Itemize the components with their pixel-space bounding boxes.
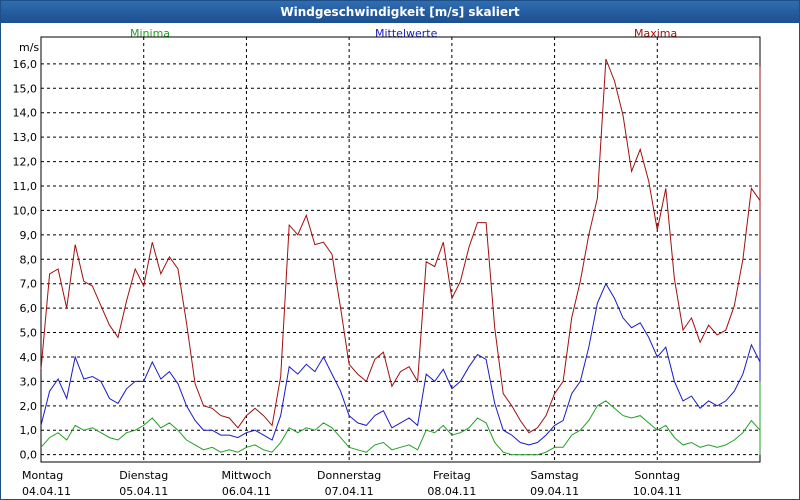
wind-speed-chart: m/s 0,0 1,0 2,0 3,0 4,0 5,0 6,0 7,0 8,0 9,0 10,0 11… [13,36,761,498]
series-line-minima [40,381,761,456]
x-tick-day: Dienstag [119,469,168,482]
x-tick-date: 09.04.11 [530,485,579,498]
series-layer [40,58,761,456]
y-axis-unit-label: m/s [19,41,39,54]
series-line-mittelwerte [40,273,761,446]
y-tick-label: 7,0 [20,278,38,291]
x-tick-date: 04.04.11 [22,485,71,498]
chart-window: Windgeschwindigkeit [m/s] skaliert Minim… [0,0,800,500]
y-tick-label: 3,0 [20,375,38,388]
y-tick-label: 12,0 [13,156,38,169]
plot-frame [40,36,761,463]
x-tick-day: Freitag [433,469,471,482]
x-tick-date: 08.04.11 [427,485,476,498]
x-tick-day: Sonntag [634,469,680,482]
y-tick-label: 15,0 [13,82,38,95]
x-tick-labels: Montag 04.04.11 Dienstag 05.04.11 Mittwoch 06… [22,469,682,498]
x-tick-date: 10.04.11 [633,485,682,498]
y-tick-label: 16,0 [13,58,38,71]
x-tick-day: Samstag [530,469,578,482]
x-tick-date: 07.04.11 [325,485,374,498]
y-tick-label: 11,0 [13,180,38,193]
series-line-maxima [40,58,761,434]
y-tick-label: 14,0 [13,107,38,120]
x-tick-day: Donnerstag [317,469,381,482]
x-tick-date: 06.04.11 [222,485,271,498]
y-tick-label: 4,0 [20,351,38,364]
y-tick-label: 9,0 [20,229,38,242]
grid-layer [41,37,760,462]
x-tick-day: Mittwoch [221,469,271,482]
y-tick-label: 1,0 [20,424,38,437]
y-tick-label: 5,0 [20,327,38,340]
y-tick-label: 6,0 [20,302,38,315]
y-tick-label: 13,0 [13,131,38,144]
x-tick-date: 05.04.11 [119,485,168,498]
y-tick-labels: 0,0 1,0 2,0 3,0 4,0 5,0 6,0 7,0 8,0 9,0 10,0 11,0 12… [13,58,38,462]
y-tick-label: 2,0 [20,400,38,413]
y-tick-label: 10,0 [13,204,38,217]
y-tick-label: 8,0 [20,253,38,266]
x-tick-day: Montag [22,469,63,482]
y-tick-label: 0,0 [20,449,38,462]
